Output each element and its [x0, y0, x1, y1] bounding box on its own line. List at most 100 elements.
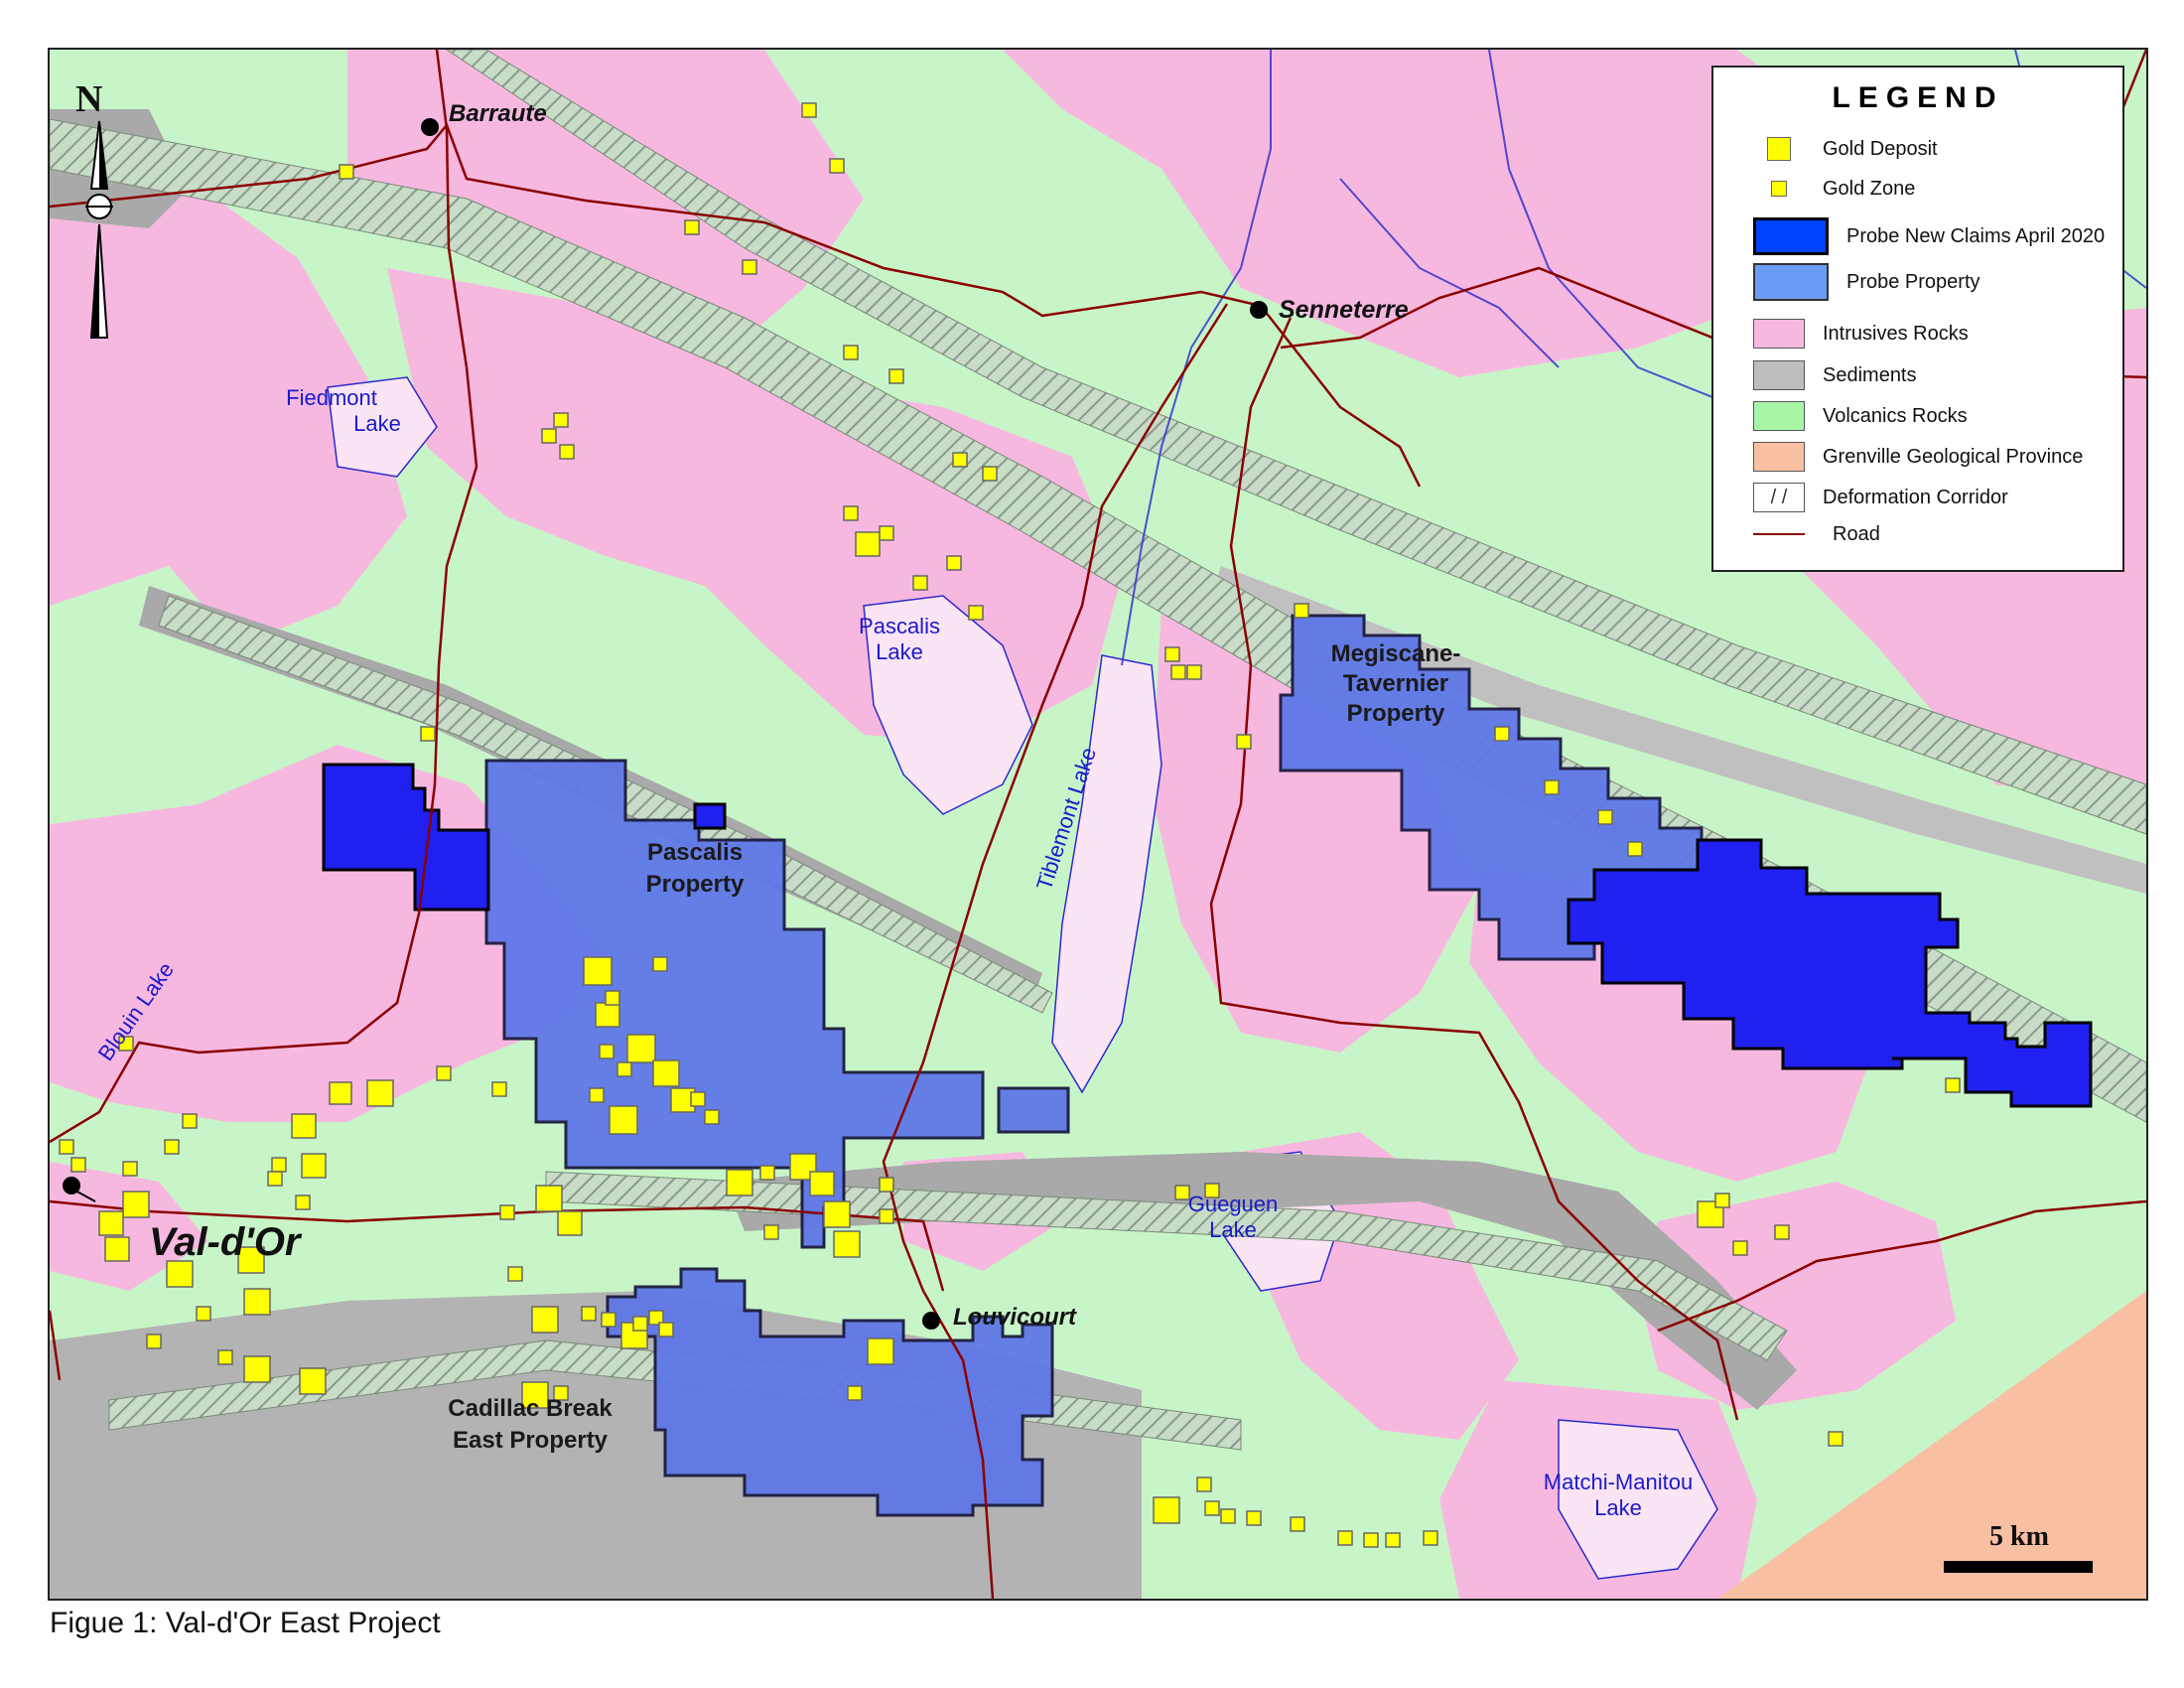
- gold-zone: [1732, 1240, 1748, 1256]
- gold-zone: [491, 1081, 507, 1097]
- grenville-swatch: [1753, 442, 1805, 472]
- gold-zone: [879, 1208, 894, 1224]
- gold-deposit: [583, 956, 613, 986]
- gold-deposit: [366, 1079, 394, 1107]
- gold-deposit: [98, 1210, 124, 1236]
- gold-zone: [1494, 726, 1510, 742]
- gold-zone: [122, 1161, 138, 1177]
- legend: LEGEND Gold Deposit Gold Zone Probe New …: [1711, 66, 2124, 572]
- gold-zone: [742, 259, 757, 275]
- town-label-val-dor: Val-d'Or: [149, 1220, 303, 1264]
- town-label-barraute: Barraute: [449, 100, 547, 127]
- legend-label: Road: [1833, 522, 1880, 545]
- gold-deposit: [243, 1288, 271, 1316]
- deformation-swatch: / /: [1753, 483, 1805, 512]
- new-claims-swatch: [1753, 217, 1829, 255]
- gold-zone: [1170, 664, 1186, 680]
- gold-zone: [1164, 646, 1180, 662]
- gold-zone: [295, 1195, 311, 1210]
- gold-zone: [1246, 1510, 1262, 1526]
- gold-zone: [436, 1065, 452, 1081]
- gold-zone: [616, 1061, 632, 1077]
- gold-zone: [605, 990, 620, 1006]
- road-swatch: [1753, 533, 1805, 535]
- gold-deposit: [535, 1185, 563, 1212]
- gold-zone: [182, 1113, 198, 1129]
- gold-zone: [601, 1312, 616, 1328]
- gold-zone: [271, 1157, 287, 1173]
- gold-zone: [843, 505, 859, 521]
- gold-zone: [946, 555, 962, 571]
- gold-zone: [339, 164, 354, 180]
- legend-title: LEGEND: [1832, 81, 2004, 114]
- figure-caption: Figue 1: Val-d'Or East Project: [50, 1607, 441, 1639]
- gold-deposit: [626, 1034, 656, 1063]
- legend-label: Deformation Corridor: [1823, 486, 2008, 508]
- gold-zone: [1828, 1431, 1843, 1447]
- gold-zone: [1363, 1532, 1379, 1548]
- gold-zone: [879, 1177, 894, 1193]
- gold-zone: [1204, 1500, 1220, 1516]
- intrusives-swatch: [1753, 319, 1805, 349]
- gold-zone: [599, 1044, 614, 1059]
- legend-item-property: Probe Property: [1753, 262, 1980, 302]
- legend-item-new-claims: Probe New Claims April 2020: [1753, 216, 2105, 256]
- town-label-senneterre: Senneterre: [1279, 296, 1409, 324]
- gold-zone: [1220, 1508, 1236, 1524]
- gold-zone: [843, 345, 859, 360]
- town-label-louvicourt: Louvicourt: [953, 1304, 1077, 1331]
- gold-zone: [829, 158, 845, 174]
- gold-zone: [1774, 1224, 1790, 1240]
- gold-zone: [658, 1322, 674, 1337]
- gold-deposit: [823, 1200, 851, 1228]
- gold-zone: [589, 1087, 605, 1103]
- gold-deposit: [243, 1355, 271, 1383]
- property-label-megiscane-3: Property: [1347, 700, 1445, 727]
- gold-zone: [704, 1109, 720, 1125]
- volcanics-swatch: [1753, 401, 1805, 431]
- lake-label-pascalis-1: Pascalis: [859, 614, 940, 638]
- gold-zone: [164, 1139, 180, 1155]
- gold-deposit: [329, 1081, 352, 1105]
- gold-zone: [982, 466, 998, 482]
- gold-deposit: [809, 1171, 835, 1196]
- gold-zone: [888, 368, 904, 384]
- gold-zone: [801, 102, 817, 118]
- gold-zone: [559, 444, 575, 460]
- gold-zone: [507, 1266, 523, 1282]
- gold-zone: [952, 452, 968, 468]
- gold-zone: [632, 1316, 648, 1332]
- legend-label: Gold Zone: [1823, 177, 1916, 200]
- gold-deposit: [833, 1230, 861, 1258]
- gold-deposit: [652, 1059, 680, 1087]
- gold-zone: [499, 1204, 515, 1220]
- gold-zone: [1597, 809, 1613, 825]
- gold-zone: [70, 1157, 86, 1173]
- lake-label-matchi-1: Matchi-Manitou: [1544, 1470, 1693, 1494]
- gold-zone: [759, 1165, 775, 1181]
- property-label-megiscane-1: Megiscane-: [1331, 640, 1461, 667]
- legend-item-gold-zone: Gold Zone: [1753, 169, 1915, 209]
- gold-zone: [1236, 734, 1252, 750]
- gold-deposit-swatch: [1767, 137, 1791, 161]
- gold-deposit: [557, 1210, 583, 1236]
- gold-zone: [1186, 664, 1202, 680]
- barraute-marker: [421, 118, 439, 136]
- lake-label-gueguen-1: Gueguen: [1188, 1192, 1279, 1216]
- gold-zone: [59, 1139, 74, 1155]
- legend-label: Grenville Geological Province: [1823, 445, 2084, 468]
- gold-zone: [267, 1171, 283, 1187]
- gold-deposit: [301, 1153, 327, 1179]
- lake-label-matchi-2: Lake: [1594, 1495, 1642, 1520]
- scale-label: 5 km: [1989, 1521, 2049, 1552]
- gold-zone: [847, 1385, 863, 1401]
- gold-zone: [690, 1091, 706, 1107]
- louvicourt-marker: [922, 1312, 940, 1330]
- gold-zone: [1544, 779, 1560, 795]
- gold-zone: [684, 219, 700, 235]
- lake-label-gueguen-2: Lake: [1209, 1217, 1257, 1242]
- gold-zone: [1423, 1530, 1438, 1546]
- property-label-cadillac-1: Cadillac Break: [448, 1395, 613, 1422]
- north-label: N: [75, 78, 103, 120]
- gold-zone: [1290, 1516, 1305, 1532]
